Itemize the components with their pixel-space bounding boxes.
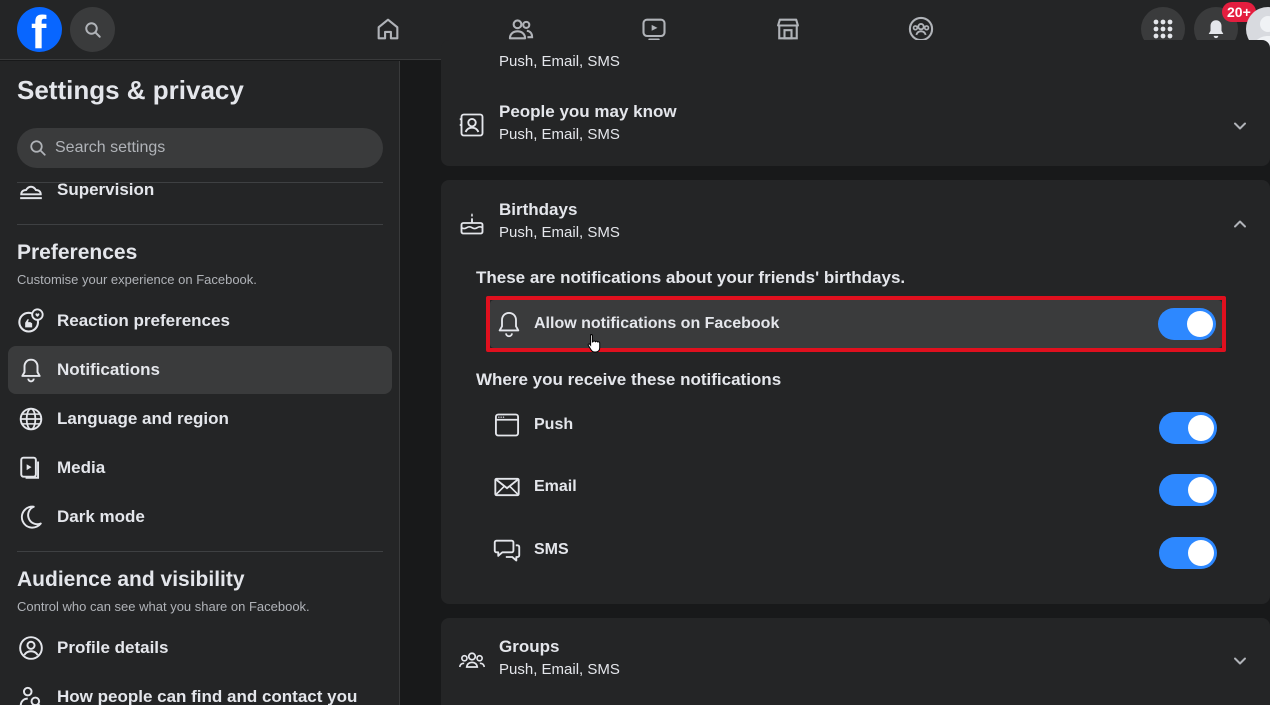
bell-icon — [1208, 20, 1224, 39]
marketplace-icon — [777, 18, 799, 40]
moon-icon — [17, 503, 45, 531]
row-subtitle: Push, Email, SMS — [499, 661, 620, 678]
friends-icon — [508, 19, 534, 40]
email-icon — [493, 473, 521, 501]
apps-grid-icon — [1153, 19, 1173, 39]
channel-row-sms[interactable]: SMS — [487, 526, 1227, 574]
sidebar-item-supervision[interactable]: Supervision — [8, 166, 392, 214]
search-icon — [84, 21, 101, 38]
email-toggle[interactable] — [1159, 474, 1217, 506]
notification-card-people-you-may-know: Push, Email, SMS People you may know Pus… — [441, 40, 1270, 166]
birthdays-description: These are notifications about your frien… — [476, 268, 906, 287]
sidebar-item-label: Reaction preferences — [57, 311, 230, 330]
settings-sidebar: Settings & privacy Supervision Preferenc… — [0, 61, 400, 705]
sidebar-item-label: Dark mode — [57, 507, 145, 526]
people-you-may-know-icon — [457, 110, 487, 140]
channel-label: SMS — [534, 541, 569, 558]
sidebar-item-label: Language and region — [57, 409, 229, 428]
push-icon — [493, 411, 521, 439]
row-groups[interactable]: Groups Push, Email, SMS — [441, 629, 1270, 693]
sidebar-item-how-people-find-you[interactable]: How people can find and contact you — [8, 673, 392, 705]
divider — [17, 551, 383, 552]
sidebar-item-reaction-preferences[interactable]: Reaction preferences — [8, 297, 392, 345]
sidebar-item-media[interactable]: Media — [8, 444, 392, 492]
search-settings-input[interactable] — [55, 139, 355, 157]
sidebar-item-dark-mode[interactable]: Dark mode — [8, 493, 392, 541]
chevron-up-icon[interactable] — [1232, 216, 1248, 232]
nav-home[interactable] — [372, 13, 404, 45]
row-subtitle: Push, Email, SMS — [499, 126, 620, 143]
bell-icon — [17, 356, 45, 384]
sidebar-item-label: Notifications — [57, 360, 160, 379]
section-subtitle-preferences: Customise your experience on Facebook. — [17, 272, 257, 287]
sms-icon — [493, 536, 521, 564]
facebook-logo[interactable]: f — [17, 7, 62, 52]
row-people-you-may-know[interactable]: People you may know Push, Email, SMS — [441, 94, 1270, 158]
groups-icon — [908, 16, 934, 42]
sidebar-item-profile-details[interactable]: Profile details — [8, 624, 392, 672]
search-icon — [30, 140, 46, 156]
row-birthdays[interactable]: Birthdays Push, Email, SMS — [441, 192, 1270, 256]
notification-card-groups: Groups Push, Email, SMS — [441, 618, 1270, 705]
sidebar-item-label: Supervision — [57, 180, 155, 199]
row-title: Groups — [499, 637, 560, 656]
section-subtitle-audience: Control who can see what you share on Fa… — [17, 599, 310, 614]
chevron-down-icon[interactable] — [1232, 118, 1248, 134]
search-settings-box[interactable] — [17, 128, 383, 168]
reaction-icon — [17, 307, 45, 335]
where-receive-label: Where you receive these notifications — [476, 370, 782, 389]
push-toggle[interactable] — [1159, 412, 1217, 444]
home-icon — [377, 18, 399, 40]
channel-row-push[interactable]: Push — [487, 401, 1227, 449]
row-title: People you may know — [499, 102, 677, 121]
groups-people-icon — [457, 645, 487, 675]
toggle-knob — [1188, 540, 1214, 566]
channel-label: Email — [534, 478, 577, 495]
page-title: Settings & privacy — [17, 75, 244, 105]
find-contact-icon — [17, 683, 45, 705]
sidebar-item-label: How people can find and contact you — [57, 687, 358, 705]
birthday-cake-icon — [457, 208, 487, 238]
section-title-audience: Audience and visibility — [17, 568, 245, 591]
previous-row-subtitle: Push, Email, SMS — [499, 53, 620, 70]
notification-card-birthdays: Birthdays Push, Email, SMS These are not… — [441, 180, 1270, 604]
divider — [17, 224, 383, 225]
sidebar-item-language-and-region[interactable]: Language and region — [8, 395, 392, 443]
toggle-knob — [1188, 477, 1214, 503]
chevron-down-icon[interactable] — [1232, 653, 1248, 669]
profile-icon — [17, 634, 45, 662]
sidebar-item-label: Media — [57, 458, 106, 477]
channel-row-email[interactable]: Email — [487, 463, 1227, 511]
sidebar-item-notifications[interactable]: Notifications — [8, 346, 392, 394]
search-button[interactable] — [70, 7, 115, 52]
toggle-knob — [1188, 415, 1214, 441]
row-title: Birthdays — [499, 200, 578, 219]
sms-toggle[interactable] — [1159, 537, 1217, 569]
row-subtitle: Push, Email, SMS — [499, 224, 620, 241]
media-icon — [17, 454, 45, 482]
sidebar-item-label: Profile details — [57, 638, 169, 657]
section-title-preferences: Preferences — [17, 241, 138, 264]
hand-cursor-icon — [587, 333, 601, 353]
watch-icon — [642, 18, 666, 41]
supervision-icon — [17, 176, 45, 204]
channel-label: Push — [534, 416, 574, 433]
globe-icon — [17, 405, 45, 433]
